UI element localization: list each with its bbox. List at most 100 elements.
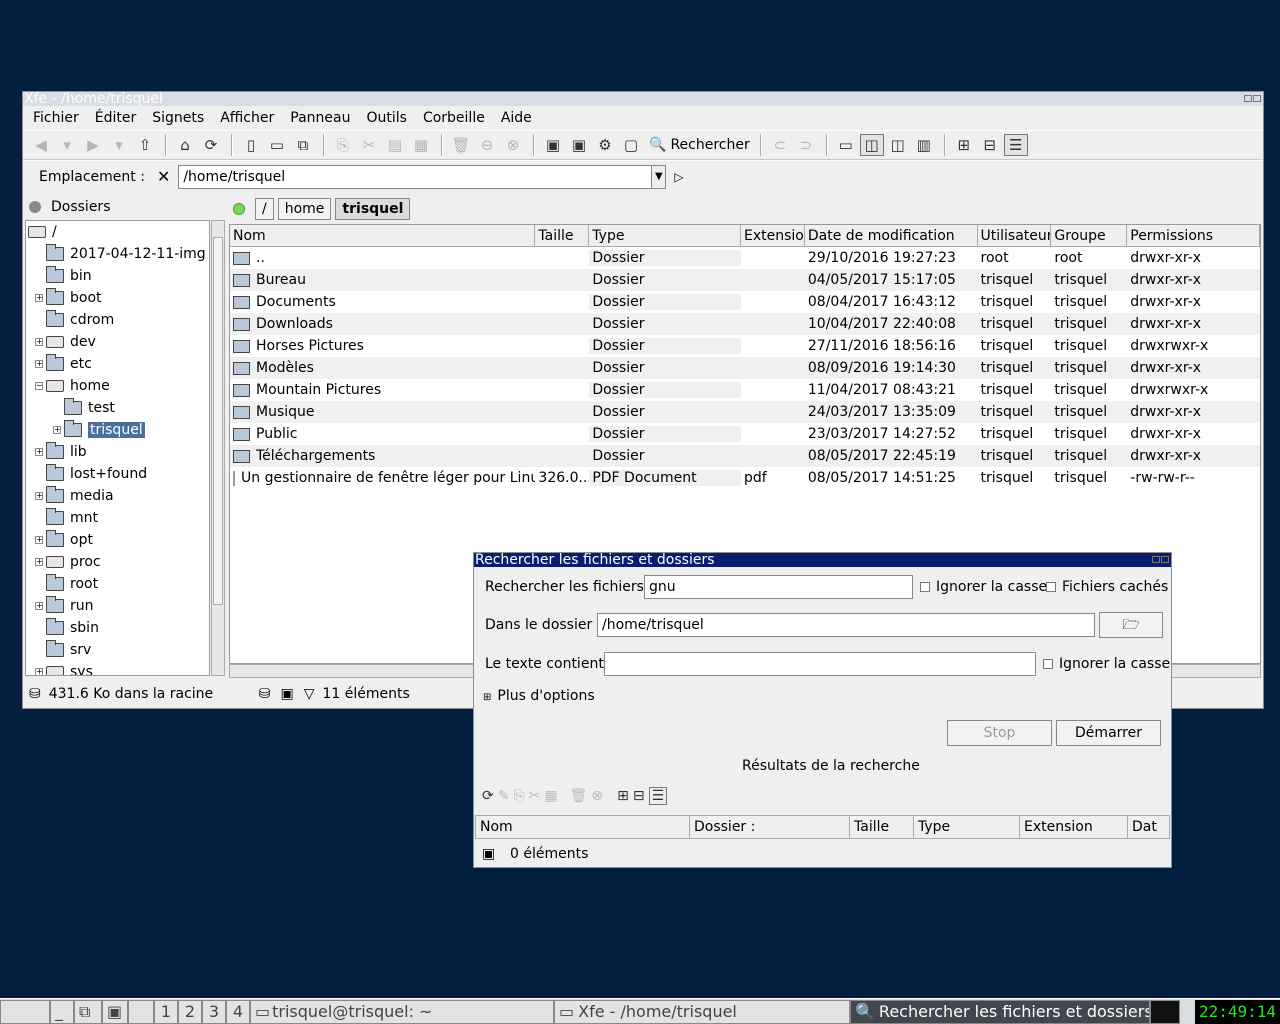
table-row[interactable]: Modèles Dossier 08/09/2016 19:14:30 trisque…	[230, 357, 1260, 379]
expand-icon[interactable]: +	[35, 294, 43, 302]
col-name[interactable]: Nom	[230, 225, 536, 246]
tree-item-home[interactable]: − home	[35, 375, 110, 397]
expand-icon[interactable]: +	[35, 536, 43, 544]
collapse-icon[interactable]: −	[35, 382, 43, 390]
task-search[interactable]: 🔍 Rechercher les fichiers et dossiers	[850, 999, 1150, 1024]
col-group[interactable]: Groupe	[1051, 225, 1128, 246]
table-row[interactable]: Mountain Pictures Dossier 11/04/2017 08:43…	[230, 379, 1260, 401]
expand-icon[interactable]: +	[35, 602, 43, 610]
restore-icon[interactable]: ⊖	[475, 134, 499, 156]
results-col-type[interactable]: Type	[914, 816, 1020, 838]
menu-corbeille[interactable]: Corbeille	[423, 110, 485, 126]
workspace-1[interactable]: 1	[154, 999, 178, 1024]
properties-icon[interactable]: ▦	[544, 788, 557, 804]
xfe-titlebar[interactable]: Xfe - /home/trisquel	[23, 92, 1263, 106]
table-row[interactable]: Musique Dossier 24/03/2017 13:35:09 trisque…	[230, 401, 1260, 423]
execute-icon[interactable]: ⚙	[593, 134, 617, 156]
menu-fichier[interactable]: Fichier	[33, 110, 79, 126]
tree-scrollbar[interactable]	[211, 220, 225, 676]
col-type[interactable]: Type	[589, 225, 741, 246]
breadcrumb-root[interactable]: /	[255, 198, 274, 220]
tree-item-opt[interactable]: + opt	[35, 529, 93, 551]
start-menu-button[interactable]	[0, 999, 50, 1024]
menu-panneau[interactable]: Panneau	[290, 110, 350, 126]
results-col-folder[interactable]: Dossier :	[690, 816, 850, 838]
copy-icon[interactable]: ⎘	[331, 134, 355, 156]
tree-item-sys[interactable]: + sys	[35, 661, 93, 675]
results-col-ext[interactable]: Extension	[1020, 816, 1128, 838]
table-row[interactable]: Horses Pictures Dossier 27/11/2016 18:56:1…	[230, 335, 1260, 357]
results-col-size[interactable]: Taille	[850, 816, 914, 838]
forward-icon[interactable]: ▶	[81, 134, 105, 156]
iconify-icon[interactable]	[1244, 95, 1252, 102]
search-titlebar[interactable]: Rechercher les fichiers et dossiers	[474, 553, 1171, 567]
new-folder-icon[interactable]: ▭	[265, 134, 289, 156]
table-row[interactable]: Documents Dossier 08/04/2017 16:43:12 trisq…	[230, 291, 1260, 313]
hidden-files-icon[interactable]: ▣	[482, 846, 495, 862]
location-input[interactable]: /home/trisquel	[179, 169, 651, 185]
chevron-down-icon[interactable]: ▼	[651, 165, 666, 188]
tree-item-lib[interactable]: + lib	[35, 441, 87, 463]
small-icons-icon[interactable]: ⊟	[633, 788, 645, 804]
hidden-files-icon[interactable]: ▣	[280, 686, 293, 702]
tree-item-trisquel[interactable]: + trisquel	[53, 419, 145, 441]
col-size[interactable]: Taille	[535, 225, 590, 246]
trash-icon[interactable]: 🗑	[570, 788, 588, 804]
workspace-3[interactable]: 3	[202, 999, 226, 1024]
breadcrumb-trisquel[interactable]: trisquel	[335, 198, 411, 220]
new-link-icon[interactable]: ⧉	[291, 134, 315, 156]
mount-icon[interactable]: ⊂	[768, 134, 792, 156]
tree-item-bin[interactable]: bin	[46, 265, 92, 287]
menu-afficher[interactable]: Afficher	[220, 110, 274, 126]
expand-icon[interactable]: +	[35, 668, 43, 675]
menu-aide[interactable]: Aide	[501, 110, 532, 126]
tree-scroll-thumb[interactable]	[213, 237, 223, 605]
expand-icon[interactable]: +	[35, 492, 43, 500]
cut-icon[interactable]: ✂	[357, 134, 381, 156]
text-ignore-case-checkbox[interactable]: Ignorer la casse	[1043, 656, 1170, 672]
task-terminal[interactable]: ▭ trisquel@trisquel: ~	[250, 999, 554, 1024]
tree-item-boot[interactable]: + boot	[35, 287, 102, 309]
start-button[interactable]: Démarrer	[1056, 720, 1161, 746]
tree-item-test[interactable]: test	[64, 397, 115, 419]
big-icons-icon[interactable]: ⊞	[952, 134, 976, 156]
properties-icon[interactable]: ▦	[409, 134, 433, 156]
back-history-icon[interactable]: ▾	[55, 134, 79, 156]
new-root-window-icon[interactable]: ▣	[567, 134, 591, 156]
menu-outils[interactable]: Outils	[366, 110, 406, 126]
table-row[interactable]: .. Dossier 29/10/2016 19:27:23 root root drwx…	[230, 247, 1260, 269]
text-contains-input[interactable]	[604, 652, 1036, 676]
desktop-icon[interactable]: ▣	[102, 999, 128, 1024]
table-row[interactable]: Téléchargements Dossier 08/05/2017 22:45:1…	[230, 445, 1260, 467]
col-perm[interactable]: Permissions	[1127, 225, 1260, 246]
cut-icon[interactable]: ✂	[529, 788, 541, 804]
two-panels-icon[interactable]: ◫	[886, 134, 910, 156]
task-xfe[interactable]: ▭ Xfe - /home/trisquel	[554, 999, 850, 1024]
search-files-input[interactable]: gnu	[644, 575, 913, 599]
new-window-icon[interactable]: ▣	[541, 134, 565, 156]
tree-item--[interactable]: /	[28, 221, 57, 243]
tree-item-2017-04-12-11-img[interactable]: 2017-04-12-11-img	[46, 243, 206, 265]
more-options-toggle[interactable]: ⊞ Plus d'options	[483, 688, 595, 704]
up-icon[interactable]: ⇧	[133, 134, 157, 156]
search-button[interactable]: 🔍 Rechercher	[645, 134, 754, 156]
tree-two-panels-icon[interactable]: ▥	[912, 134, 936, 156]
one-panel-icon[interactable]: ▭	[834, 134, 858, 156]
tree-item-root[interactable]: root	[46, 573, 98, 595]
browse-folder-button[interactable]: 🗁	[1099, 612, 1163, 638]
refresh-icon[interactable]: ⟳	[482, 788, 494, 804]
tree-item-etc[interactable]: + etc	[35, 353, 92, 375]
tree-item-mnt[interactable]: mnt	[46, 507, 98, 529]
clear-location-icon[interactable]: ✕	[157, 167, 170, 186]
forward-history-icon[interactable]: ▾	[107, 134, 131, 156]
search-folder-input[interactable]: /home/trisquel	[597, 613, 1095, 637]
maximize-icon[interactable]	[1161, 556, 1169, 563]
tree-item-proc[interactable]: + proc	[35, 551, 101, 573]
tree-item-cdrom[interactable]: cdrom	[46, 309, 114, 331]
home-icon[interactable]: ⌂	[173, 134, 197, 156]
tree-item-sbin[interactable]: sbin	[46, 617, 99, 639]
col-ext[interactable]: Extension	[741, 225, 805, 246]
paste-icon[interactable]: ▤	[383, 134, 407, 156]
delete-icon[interactable]: ⊗	[591, 788, 603, 804]
expand-icon[interactable]: +	[53, 426, 61, 434]
